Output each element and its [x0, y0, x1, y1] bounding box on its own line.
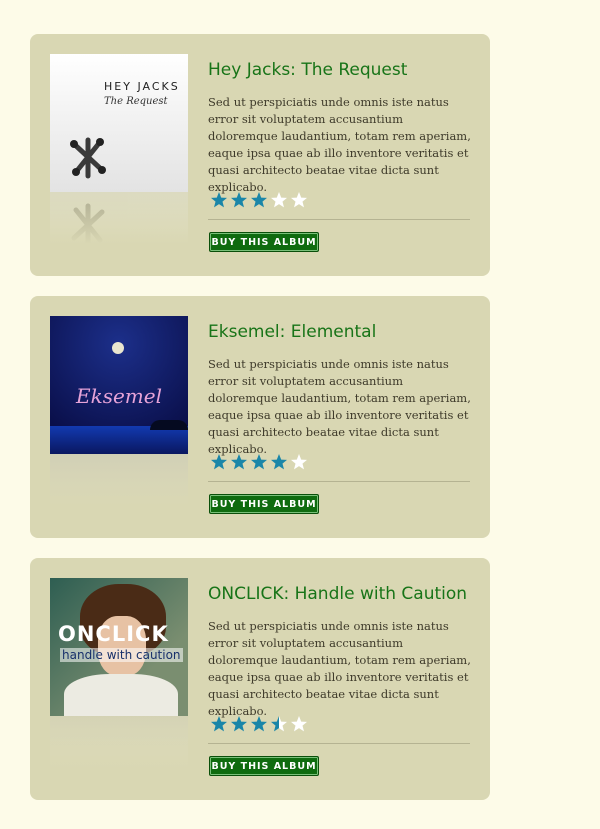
rating-stars[interactable] — [210, 715, 310, 733]
album-title[interactable]: Hey Jacks: The Request — [208, 60, 407, 80]
album-cover[interactable]: HEY JACKS The Request — [50, 54, 188, 244]
album-cover-art: ONCLICK handle with caution — [50, 578, 188, 716]
star-icon[interactable] — [270, 453, 288, 471]
album-card: ONCLICK handle with caution ONCLICK: Han… — [30, 558, 490, 800]
album-title[interactable]: ONCLICK: Handle with Caution — [208, 584, 467, 604]
buy-album-button[interactable]: BUY THIS ALBUM — [209, 494, 319, 514]
rating-stars[interactable] — [210, 191, 310, 209]
moon-icon — [112, 342, 124, 354]
water-shape — [50, 426, 188, 454]
album-title[interactable]: Eksemel: Elemental — [208, 322, 376, 342]
reflection-fade — [50, 192, 188, 244]
album-cover-art: HEY JACKS The Request — [50, 54, 188, 192]
album-description: Sed ut perspiciatis unde omnis iste natu… — [208, 357, 471, 456]
buy-album-button[interactable]: BUY THIS ALBUM — [209, 756, 319, 776]
cover-band-name: ONCLICK — [58, 622, 169, 646]
buy-album-button[interactable]: BUY THIS ALBUM — [209, 232, 319, 252]
album-card: HEY JACKS The Request Hey Jacks: The Req… — [30, 34, 490, 276]
divider — [208, 219, 470, 220]
cover-band-name: HEY JACKS — [104, 80, 180, 93]
divider — [208, 743, 470, 744]
star-icon[interactable] — [210, 715, 228, 733]
album-cover[interactable]: Eksemel — [50, 316, 188, 506]
cover-album-name: The Request — [104, 96, 168, 107]
star-icon[interactable] — [210, 453, 228, 471]
star-icon[interactable] — [250, 191, 268, 209]
album-card: Eksemel Eksemel: Elemental Sed ut perspi… — [30, 296, 490, 538]
album-cover-art: Eksemel — [50, 316, 188, 454]
star-icon[interactable] — [290, 191, 308, 209]
hill-shape — [150, 420, 188, 430]
divider — [208, 481, 470, 482]
jacks-icon — [70, 137, 106, 179]
shirt-shape — [64, 674, 178, 716]
star-icon[interactable] — [230, 715, 248, 733]
star-icon[interactable] — [290, 453, 308, 471]
album-cover[interactable]: ONCLICK handle with caution — [50, 578, 188, 768]
star-icon[interactable] — [250, 715, 268, 733]
cover-band-name: Eksemel — [75, 384, 162, 408]
star-icon[interactable] — [230, 453, 248, 471]
star-icon[interactable] — [270, 715, 288, 733]
cover-tagline: handle with caution — [60, 648, 183, 662]
star-icon[interactable] — [270, 191, 288, 209]
reflection-fade — [50, 716, 188, 768]
star-icon[interactable] — [250, 453, 268, 471]
star-icon[interactable] — [210, 191, 228, 209]
star-icon[interactable] — [230, 191, 248, 209]
album-description: Sed ut perspiciatis unde omnis iste natu… — [208, 619, 471, 718]
rating-stars[interactable] — [210, 453, 310, 471]
album-description: Sed ut perspiciatis unde omnis iste natu… — [208, 95, 471, 194]
star-icon[interactable] — [290, 715, 308, 733]
reflection-fade — [50, 454, 188, 506]
